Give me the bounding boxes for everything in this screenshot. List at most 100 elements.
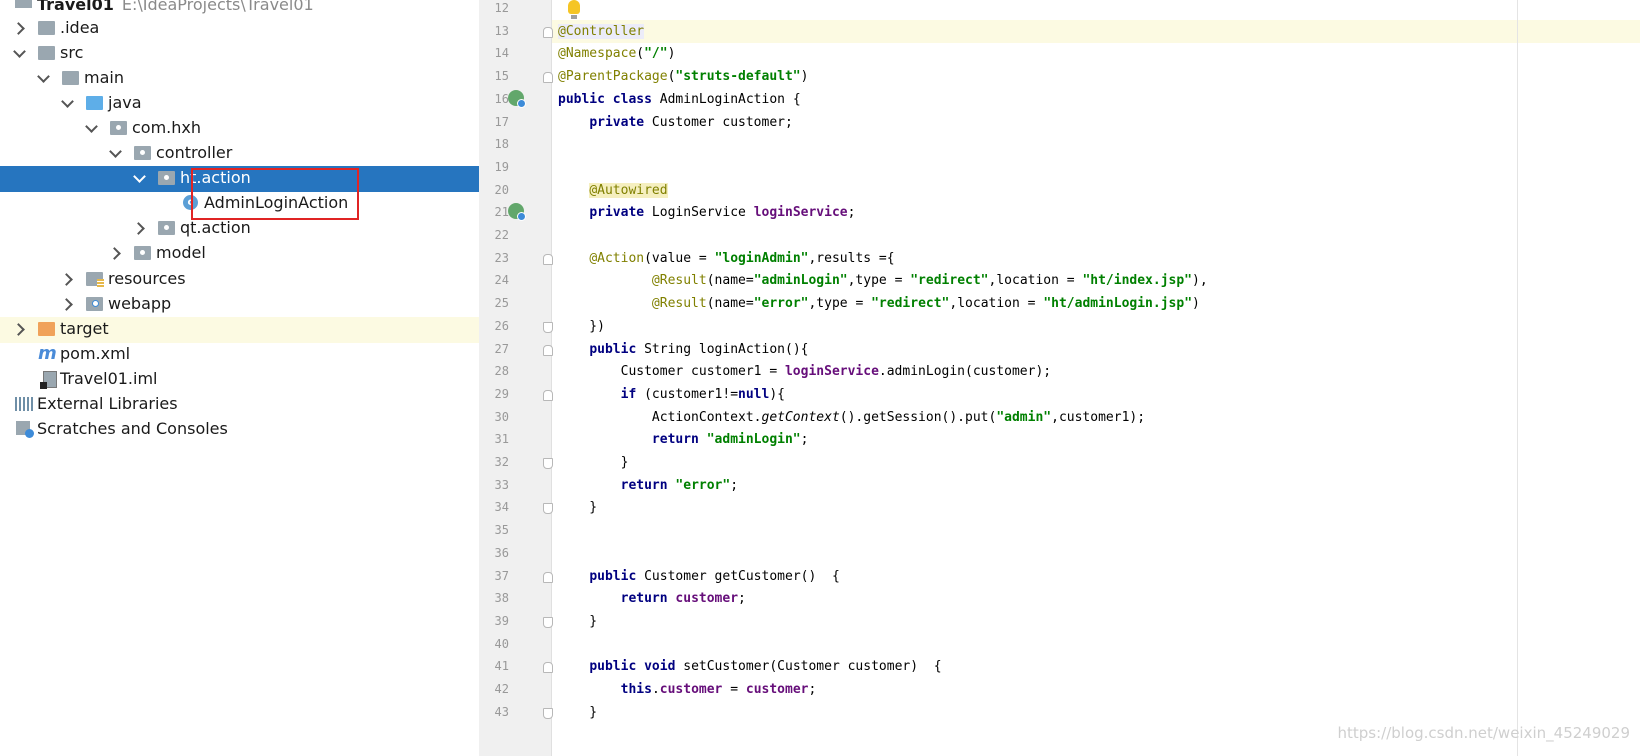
line-number: 13 <box>494 23 509 38</box>
folder-icon <box>38 21 55 35</box>
code-line[interactable]: } <box>552 451 1640 474</box>
tree-item-label: Travel01.iml <box>60 369 158 388</box>
spring-bean-gutter-icon[interactable] <box>508 90 526 108</box>
tree-item-src[interactable]: src <box>0 41 479 67</box>
chevron-right-icon[interactable] <box>12 22 25 35</box>
fold-marker-icon[interactable] <box>543 616 553 628</box>
autowired-gutter-icon[interactable] <box>508 203 526 221</box>
chevron-right-icon[interactable] <box>12 323 25 336</box>
code-line[interactable]: }) <box>552 315 1640 338</box>
code-line[interactable] <box>552 133 1640 156</box>
fold-marker-icon[interactable] <box>543 321 553 333</box>
line-number: 16 <box>494 91 509 106</box>
chevron-right-icon[interactable] <box>132 222 145 235</box>
tree-item-java[interactable]: java <box>0 91 479 117</box>
code-line[interactable]: @Result(name="error",type = "redirect",l… <box>552 292 1640 315</box>
tree-item-iml[interactable]: Travel01.iml <box>0 367 479 393</box>
fold-marker-icon[interactable] <box>543 389 553 401</box>
fold-marker-icon[interactable] <box>543 26 553 38</box>
fold-marker-icon[interactable] <box>543 503 553 515</box>
right-margin-guide <box>1517 0 1518 756</box>
code-line[interactable] <box>552 633 1640 656</box>
code-line[interactable]: return "error"; <box>552 474 1640 497</box>
code-line[interactable]: private Customer customer; <box>552 111 1640 134</box>
chevron-down-icon[interactable] <box>85 120 98 133</box>
code-line[interactable] <box>552 156 1640 179</box>
library-icon <box>15 397 33 411</box>
code-line[interactable]: @Autowired <box>552 179 1640 202</box>
tree-item-controller[interactable]: controller <box>0 141 479 167</box>
code-line[interactable]: public void setCustomer(Customer custome… <box>552 655 1640 678</box>
code-line[interactable]: private LoginService loginService; <box>552 201 1640 224</box>
intention-bulb-icon[interactable] <box>568 0 580 19</box>
chevron-down-icon[interactable] <box>133 170 146 183</box>
tree-item-target[interactable]: target <box>0 317 479 343</box>
tree-item-label: External Libraries <box>37 394 178 413</box>
chevron-right-icon[interactable] <box>108 247 121 260</box>
line-number: 31 <box>494 432 509 447</box>
chevron-down-icon[interactable] <box>13 45 26 58</box>
fold-marker-icon[interactable] <box>543 458 553 469</box>
fold-marker-icon[interactable] <box>543 344 553 356</box>
code-line[interactable]: ActionContext.getContext().getSession().… <box>552 406 1640 429</box>
line-number: 18 <box>494 137 509 152</box>
code-line[interactable] <box>552 0 1640 20</box>
fold-marker-icon[interactable] <box>543 707 553 719</box>
line-number: 42 <box>494 682 509 696</box>
tree-item-external-libraries[interactable]: External Libraries <box>0 392 479 418</box>
code-line[interactable]: @Namespace("/") <box>552 42 1640 65</box>
watermark-text: https://blog.csdn.net/weixin_45249029 <box>1337 724 1630 742</box>
line-number: 34 <box>494 500 509 515</box>
scratches-icon <box>16 421 34 438</box>
code-line[interactable]: @Controller <box>552 19 1640 43</box>
tree-item-com-hxh[interactable]: com.hxh <box>0 116 479 142</box>
line-number: 36 <box>494 545 509 560</box>
tree-item-main[interactable]: main <box>0 66 479 92</box>
package-icon <box>134 246 151 260</box>
chevron-right-icon[interactable] <box>60 298 73 311</box>
code-line[interactable]: public Customer getCustomer() { <box>552 565 1640 588</box>
code-line[interactable] <box>552 519 1640 542</box>
line-number: 40 <box>494 636 509 651</box>
fold-marker-icon[interactable] <box>543 72 553 84</box>
project-name: Travel01 <box>37 0 114 14</box>
chevron-right-icon[interactable] <box>60 273 73 286</box>
tree-item-scratches[interactable]: Scratches and Consoles <box>0 417 479 443</box>
tree-item-label: java <box>108 93 142 112</box>
source-folder-icon <box>86 96 103 110</box>
code-line[interactable]: return customer; <box>552 587 1640 610</box>
tree-item-idea[interactable]: .idea <box>0 16 479 42</box>
project-path: E:\IdeaProjects\Travel01 <box>121 0 314 14</box>
fold-marker-icon[interactable] <box>543 253 553 265</box>
chevron-down-icon[interactable] <box>109 145 122 158</box>
tree-item-resources[interactable]: resources <box>0 267 479 293</box>
tree-item-pom-xml[interactable]: m pom.xml <box>0 342 479 368</box>
code-editor[interactable]: @Controller @Namespace("/") @ParentPackage… <box>552 0 1640 756</box>
tree-item-model[interactable]: model <box>0 241 479 267</box>
code-line[interactable]: @ParentPackage("struts-default") <box>552 65 1640 88</box>
code-line[interactable] <box>552 224 1640 247</box>
tree-item-webapp[interactable]: webapp <box>0 292 479 318</box>
code-line[interactable]: Customer customer1 = loginService.adminL… <box>552 360 1640 383</box>
folder-icon <box>62 71 79 85</box>
code-line[interactable]: @Result(name="adminLogin",type = "redire… <box>552 269 1640 292</box>
fold-marker-icon[interactable] <box>543 662 553 674</box>
code-line[interactable]: } <box>552 610 1640 633</box>
code-line[interactable] <box>552 542 1640 565</box>
tree-item-label: resources <box>108 269 186 288</box>
folder-icon <box>38 46 55 60</box>
chevron-down-icon[interactable] <box>61 95 74 108</box>
code-line[interactable]: this.customer = customer; <box>552 678 1640 701</box>
line-number: 28 <box>494 364 509 379</box>
code-line[interactable]: @Action(value = "loginAdmin",results ={ <box>552 247 1640 270</box>
fold-marker-icon[interactable] <box>543 571 553 583</box>
line-number: 24 <box>494 273 509 288</box>
code-line[interactable]: } <box>552 701 1640 724</box>
chevron-down-icon[interactable] <box>37 70 50 83</box>
code-line[interactable]: if (customer1!=null){ <box>552 383 1640 406</box>
code-line[interactable]: } <box>552 496 1640 519</box>
code-line[interactable]: public class AdminLoginAction { <box>552 88 1640 111</box>
code-line[interactable]: public String loginAction(){ <box>552 338 1640 361</box>
code-line[interactable]: return "adminLogin"; <box>552 428 1640 451</box>
line-number: 32 <box>494 455 509 469</box>
